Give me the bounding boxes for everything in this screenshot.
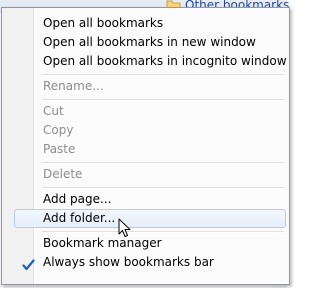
menu-item-paste[interactable]: Paste <box>14 140 286 159</box>
menu-item-cut[interactable]: Cut <box>14 102 286 121</box>
checkmark-icon <box>22 256 35 275</box>
menu-item-always-show-bookmarks-bar[interactable]: Always show bookmarks bar <box>14 253 286 272</box>
menu-item-label: Rename... <box>43 79 104 93</box>
menu-separator <box>42 231 284 233</box>
menu-item-bookmark-manager[interactable]: Bookmark manager <box>14 234 286 253</box>
menu-item-open-all-new-window[interactable]: Open all bookmarks in new window <box>14 33 286 52</box>
menu-item-delete[interactable]: Delete <box>14 165 286 184</box>
menu-item-label: Copy <box>43 123 74 137</box>
menu-item-label: Always show bookmarks bar <box>43 255 214 269</box>
menu-item-copy[interactable]: Copy <box>14 121 286 140</box>
menu-separator <box>42 187 284 189</box>
menu-separator <box>42 74 284 76</box>
bookmark-context-menu: Open all bookmarks Open all bookmarks in… <box>1 7 290 285</box>
menu-item-label: Bookmark manager <box>43 236 162 250</box>
menu-item-label: Open all bookmarks in incognito window <box>43 54 287 68</box>
menu-item-label: Open all bookmarks <box>43 16 164 30</box>
menu-item-label: Delete <box>43 167 83 181</box>
menu-item-rename[interactable]: Rename... <box>14 77 286 96</box>
menu-item-open-all-bookmarks[interactable]: Open all bookmarks <box>14 14 286 33</box>
menu-item-label: Add folder... <box>43 211 116 225</box>
menu-item-label: Add page... <box>43 192 112 206</box>
menu-item-label: Cut <box>43 104 64 118</box>
menu-item-add-folder[interactable]: Add folder... <box>14 209 286 228</box>
menu-item-add-page[interactable]: Add page... <box>14 190 286 209</box>
menu-item-label: Paste <box>43 142 76 156</box>
menu-separator <box>42 162 284 164</box>
menu-item-open-all-incognito[interactable]: Open all bookmarks in incognito window <box>14 52 287 71</box>
menu-separator <box>42 99 284 101</box>
mouse-pointer-icon <box>118 218 132 238</box>
menu-item-label: Open all bookmarks in new window <box>43 35 256 49</box>
